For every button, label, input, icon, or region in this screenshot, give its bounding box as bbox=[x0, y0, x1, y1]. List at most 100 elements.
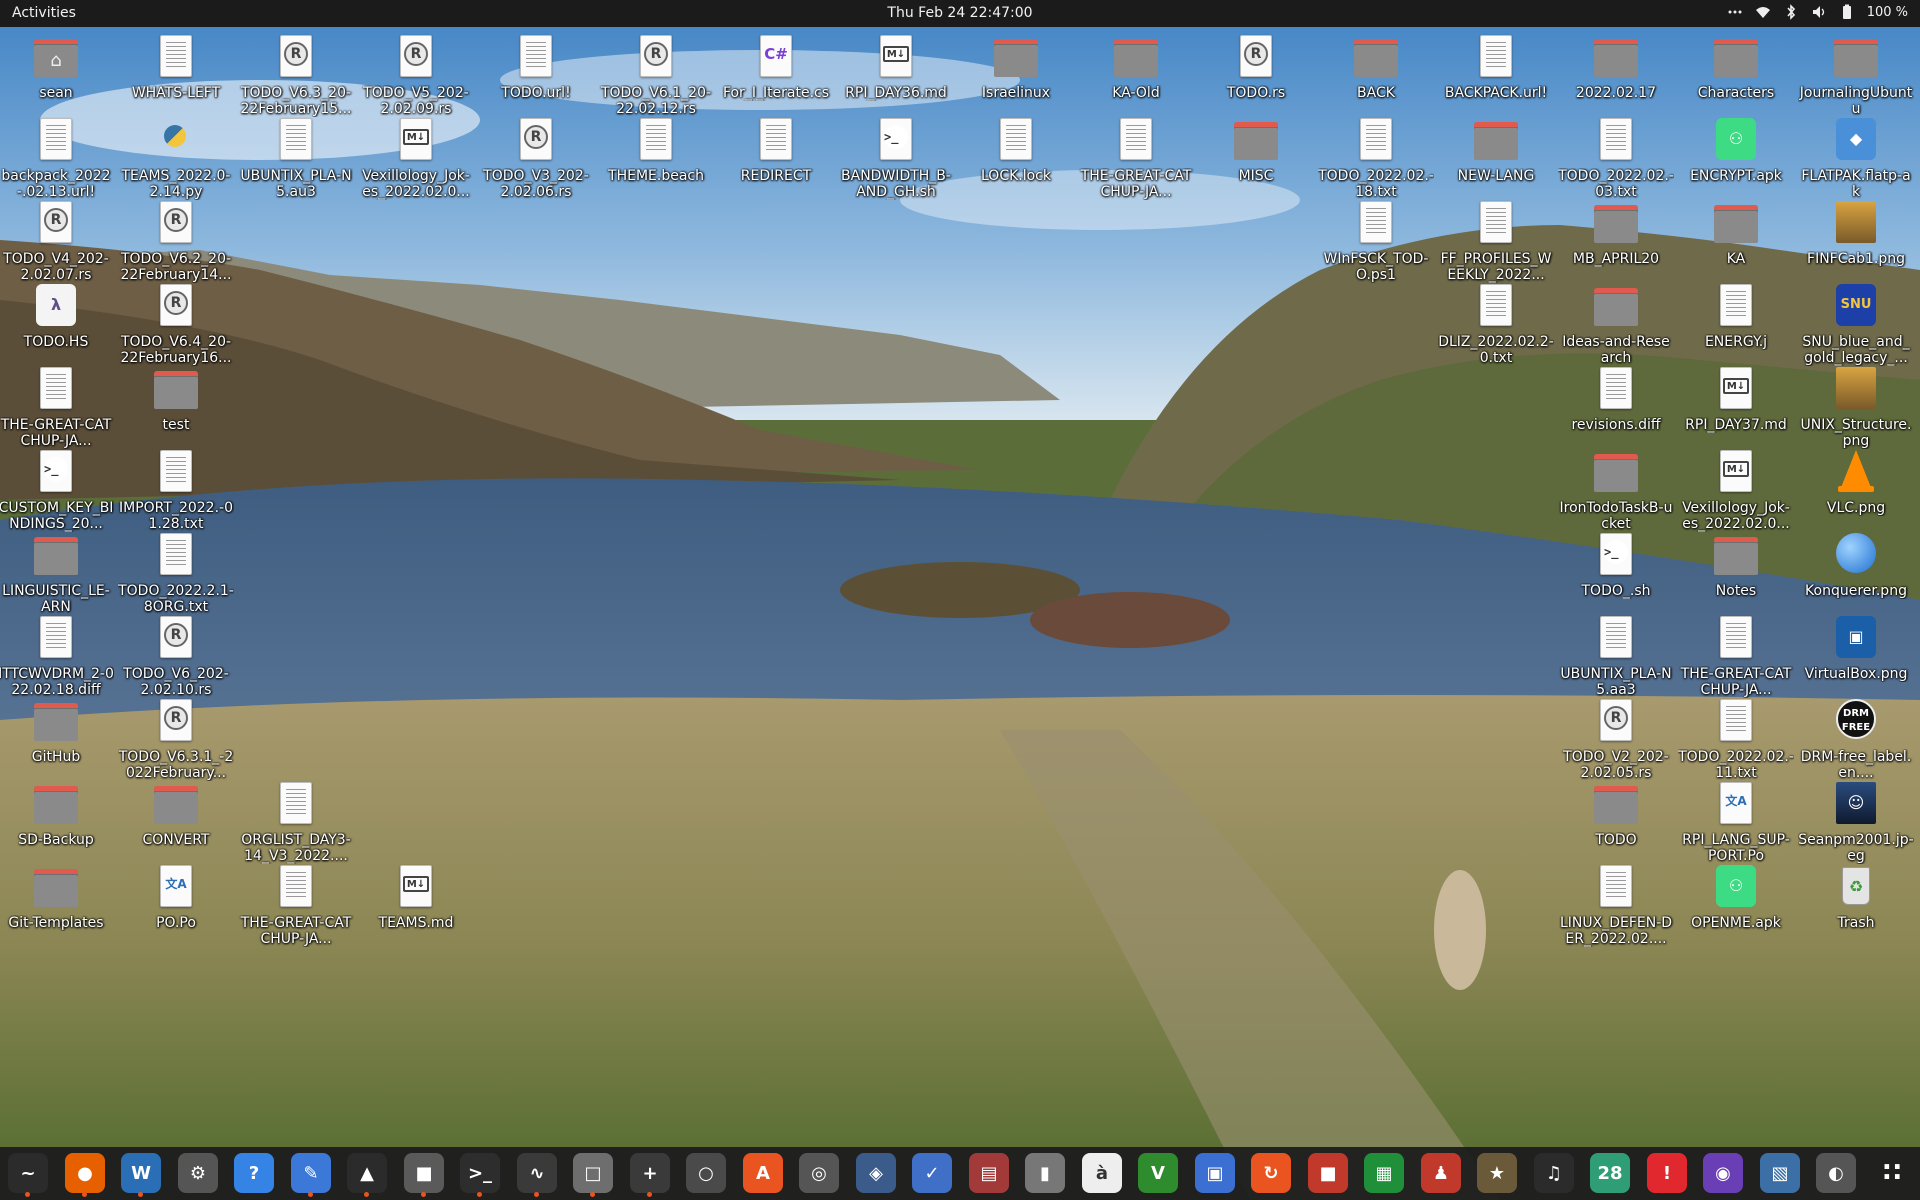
desktop-icon-irontodotaskb-ucket[interactable]: IronTodoTaskB-ucket bbox=[1558, 442, 1674, 538]
desktop-icon-todo-2022-2-1-8org-txt[interactable]: TODO_2022.2.1-8ORG.txt bbox=[118, 525, 234, 621]
dock-software-updater-icon[interactable]: ↻ bbox=[1251, 1153, 1291, 1193]
battery-icon[interactable] bbox=[1839, 3, 1855, 21]
desktop-icon-ff-profiles-weekly-2022[interactable]: FF_PROFILES_WEEKLY_2022... bbox=[1438, 193, 1554, 289]
desktop-icon-winfsck-tod-o-ps1[interactable]: WInFSCK_TOD-O.ps1 bbox=[1318, 193, 1434, 289]
desktop-icon-back[interactable]: BACK bbox=[1318, 27, 1434, 123]
desktop-icon-journalingubuntu[interactable]: JournalingUbuntu bbox=[1798, 27, 1914, 123]
bluetooth-icon[interactable] bbox=[1783, 3, 1799, 21]
desktop-icon-konquerer-png[interactable]: Konquerer.png bbox=[1798, 525, 1914, 621]
dock-character-map-icon[interactable]: à bbox=[1082, 1153, 1122, 1193]
desktop-icon-for-i-iterate-cs[interactable]: C# For_I_Iterate.cs bbox=[718, 27, 834, 123]
dock-terminal-icon[interactable]: >_ bbox=[460, 1153, 500, 1197]
desktop-icon-todo-rs[interactable]: R TODO.rs bbox=[1198, 27, 1314, 123]
dock-steam-icon[interactable]: ◐ bbox=[1816, 1153, 1856, 1193]
desktop-icon-bandwidth-b-and-gh-sh[interactable]: >_ BANDWIDTH_B-AND_GH.sh bbox=[838, 110, 954, 206]
clock[interactable]: Thu Feb 24 22:47:00 bbox=[887, 5, 1032, 21]
desktop-icon-todo-2022-02-03-txt[interactable]: TODO_2022.02.-03.txt bbox=[1558, 110, 1674, 206]
desktop-icon-whats-left[interactable]: WHATS-LEFT bbox=[118, 27, 234, 123]
desktop-icon-todo-v6-3-1-2022february[interactable]: R TODO_V6.3.1_-2022February... bbox=[118, 691, 234, 787]
dock-document-scanner-icon[interactable]: ▤ bbox=[969, 1153, 1009, 1193]
desktop-icon-sd-backup[interactable]: SD-Backup bbox=[0, 774, 114, 870]
desktop-icon-po-po[interactable]: 文A PO.Po bbox=[118, 857, 234, 953]
desktop-icon-todo-sh[interactable]: >_ TODO_.sh bbox=[1558, 525, 1674, 621]
desktop-icon-todo-url[interactable]: TODO.url! bbox=[478, 27, 594, 123]
desktop-icon-backpack-url[interactable]: BACKPACK.url! bbox=[1438, 27, 1554, 123]
desktop-icon-ittcwvdrm-2-022-02-18-diff[interactable]: ITTCWVDRM_2-022.02.18.diff bbox=[0, 608, 114, 704]
desktop-icon-todo-hs[interactable]: λ TODO.HS bbox=[0, 276, 114, 372]
desktop-icon-snu-blue-and-gold-legacy[interactable]: SNU SNU_blue_and_gold_legacy_... bbox=[1798, 276, 1914, 372]
system-tray[interactable]: 100 % bbox=[1727, 3, 1908, 21]
dock-libreoffice-writer-icon[interactable]: W bbox=[121, 1153, 161, 1197]
dock-alert-icon[interactable]: ! bbox=[1647, 1153, 1687, 1193]
dock-app-grid-icon[interactable]: ∷ bbox=[1872, 1153, 1912, 1193]
desktop-icon-todo-2022-02-18-txt[interactable]: TODO_2022.02.-18.txt bbox=[1318, 110, 1434, 206]
dock-photo-editor-icon[interactable]: ▧ bbox=[1760, 1153, 1800, 1193]
desktop-icon-revisions-diff[interactable]: revisions.diff bbox=[1558, 359, 1674, 455]
volume-icon[interactable] bbox=[1811, 3, 1827, 21]
dock-libreoffice-calc-icon[interactable]: ▦ bbox=[1364, 1153, 1404, 1193]
desktop-icon-todo-v6-2-20-22february14[interactable]: R TODO_V6.2_20-22February14... bbox=[118, 193, 234, 289]
desktop-icon-trash[interactable]: ♻ Trash bbox=[1798, 857, 1914, 953]
desktop-icon-the-great-catchup-ja[interactable]: THE-GREAT-CATCHUP-JA... bbox=[238, 857, 354, 953]
desktop-icon-the-great-catchup-ja[interactable]: THE-GREAT-CATCHUP-JA... bbox=[1078, 110, 1194, 206]
desktop-icon-dliz-2022-02-2-0-txt[interactable]: DLIZ_2022.02.2-0.txt bbox=[1438, 276, 1554, 372]
desktop-icon-the-great-catchup-ja[interactable]: THE-GREAT-CATCHUP-JA... bbox=[1678, 608, 1794, 704]
dock-firefox-icon[interactable]: ● bbox=[65, 1153, 105, 1197]
desktop-icon-finfcab1-png[interactable]: FINFCab1.png bbox=[1798, 193, 1914, 289]
dock-game-icon[interactable]: ♟ bbox=[1421, 1153, 1461, 1193]
dock-disk-utility-icon[interactable]: ◎ bbox=[799, 1153, 839, 1193]
desktop-icon-backpack-2022-02-13-url[interactable]: backpack_2022-.02.13.url! bbox=[0, 110, 114, 206]
desktop-icon-custom-key-bindings-20[interactable]: >_ CUSTOM_KEY_BINDINGS_20... bbox=[0, 442, 114, 538]
desktop-icon-lock-lock[interactable]: LOCK.lock bbox=[958, 110, 1074, 206]
dock-settings-icon[interactable]: ⚙ bbox=[178, 1153, 218, 1193]
desktop-icon-rpi-lang-sup-port-po[interactable]: 文A RPI_LANG_SUP-PORT.Po bbox=[1678, 774, 1794, 870]
desktop-icon-redirect[interactable]: REDIRECT bbox=[718, 110, 834, 206]
desktop-icon-todo-v5-202-2-02-09-rs[interactable]: R TODO_V5_202-2.02.09.rs bbox=[358, 27, 474, 123]
dock-vim-icon[interactable]: V bbox=[1138, 1153, 1178, 1193]
dock-pdf-viewer-icon[interactable]: ■ bbox=[1308, 1153, 1348, 1193]
desktop-icon-ka-old[interactable]: KA-Old bbox=[1078, 27, 1194, 123]
desktop-icon-unix-structure-png[interactable]: UNIX_Structure.png bbox=[1798, 359, 1914, 455]
desktop-icon-vlc-png[interactable]: VLC.png bbox=[1798, 442, 1914, 538]
dock-archive-manager-icon[interactable]: ▮ bbox=[1025, 1153, 1065, 1193]
dock-resource-monitor-icon[interactable]: ∿ bbox=[517, 1153, 557, 1197]
menu-dots-icon[interactable] bbox=[1727, 3, 1743, 21]
desktop-icon-energy-j[interactable]: ENERGY.j bbox=[1678, 276, 1794, 372]
desktop-icon-todo-v6-4-20-22february16[interactable]: R TODO_V6.4_20-22February16... bbox=[118, 276, 234, 372]
dock-todo-icon[interactable]: ✓ bbox=[912, 1153, 952, 1193]
dock-calculator-icon[interactable]: + bbox=[630, 1153, 670, 1197]
dock-text-editor-icon[interactable]: ✎ bbox=[291, 1153, 331, 1197]
desktop-icon-ideas-and-research[interactable]: Ideas-and-Research bbox=[1558, 276, 1674, 372]
desktop-icon-characters[interactable]: Characters bbox=[1678, 27, 1794, 123]
dock-remote-desktop-icon[interactable]: ▣ bbox=[1195, 1153, 1235, 1193]
desktop-icon-notes[interactable]: Notes bbox=[1678, 525, 1794, 621]
desktop-icon-todo[interactable]: TODO bbox=[1558, 774, 1674, 870]
desktop-icon-the-great-catchup-ja[interactable]: THE-GREAT-CATCHUP-JA... bbox=[0, 359, 114, 455]
dock-camera-icon[interactable]: ◉ bbox=[1703, 1153, 1743, 1193]
desktop-icon-todo-v6-202-2-02-10-rs[interactable]: R TODO_V6_202-2.02.10.rs bbox=[118, 608, 234, 704]
desktop-icon-vexillology-jok-es-2022-02-0[interactable]: M↓ Vexillology_Jok-es_2022.02.0... bbox=[1678, 442, 1794, 538]
dock-calendar-icon[interactable]: 28 bbox=[1590, 1153, 1630, 1193]
desktop-icon-convert[interactable]: CONVERT bbox=[118, 774, 234, 870]
desktop-icon-virtualbox-png[interactable]: ▣ VirtualBox.png bbox=[1798, 608, 1914, 704]
desktop-icon-teams-2022-0-2-14-py[interactable]: TEAMS_2022.0-2.14.py bbox=[118, 110, 234, 206]
desktop-icon-import-2022-01-28-txt[interactable]: IMPORT_2022.-01.28.txt bbox=[118, 442, 234, 538]
desktop-icon-test[interactable]: test bbox=[118, 359, 234, 455]
desktop-icon-openme-apk[interactable]: ⚇ OPENME.apk bbox=[1678, 857, 1794, 953]
desktop-icon-israelinux[interactable]: Israelinux bbox=[958, 27, 1074, 123]
dock-files-icon[interactable]: □ bbox=[573, 1153, 613, 1197]
desktop-icon-git-templates[interactable]: Git-Templates bbox=[0, 857, 114, 953]
desktop-icon-linguistic-le-arn[interactable]: LINGUISTIC_LE-ARN bbox=[0, 525, 114, 621]
desktop-icon-misc[interactable]: MISC bbox=[1198, 110, 1314, 206]
desktop-icon-sean[interactable]: ⌂ sean bbox=[0, 27, 114, 123]
desktop-icon-linux-defen-der-2022-02[interactable]: LINUX_DEFEN-DER_2022.02.... bbox=[1558, 857, 1674, 953]
dock-system-monitor-icon[interactable]: ~ bbox=[8, 1153, 48, 1197]
desktop-icon-ka[interactable]: KA bbox=[1678, 193, 1794, 289]
desktop-icon-rpi-day37-md[interactable]: M↓ RPI_DAY37.md bbox=[1678, 359, 1794, 455]
desktop-icon-flatpak-flatp-ak[interactable]: ◆ FLATPAK.flatp-ak bbox=[1798, 110, 1914, 206]
wifi-icon[interactable] bbox=[1755, 3, 1771, 21]
desktop-icon-todo-v6-3-20-22february15[interactable]: R TODO_V6.3_20-22February15... bbox=[238, 27, 354, 123]
desktop-icon-new-lang[interactable]: NEW-LANG bbox=[1438, 110, 1554, 206]
desktop-icon-teams-md[interactable]: M↓ TEAMS.md bbox=[358, 857, 474, 953]
desktop-icon-orglist-day3-14-v3-2022[interactable]: ORGLIST_DAY3-14_V3_2022.... bbox=[238, 774, 354, 870]
